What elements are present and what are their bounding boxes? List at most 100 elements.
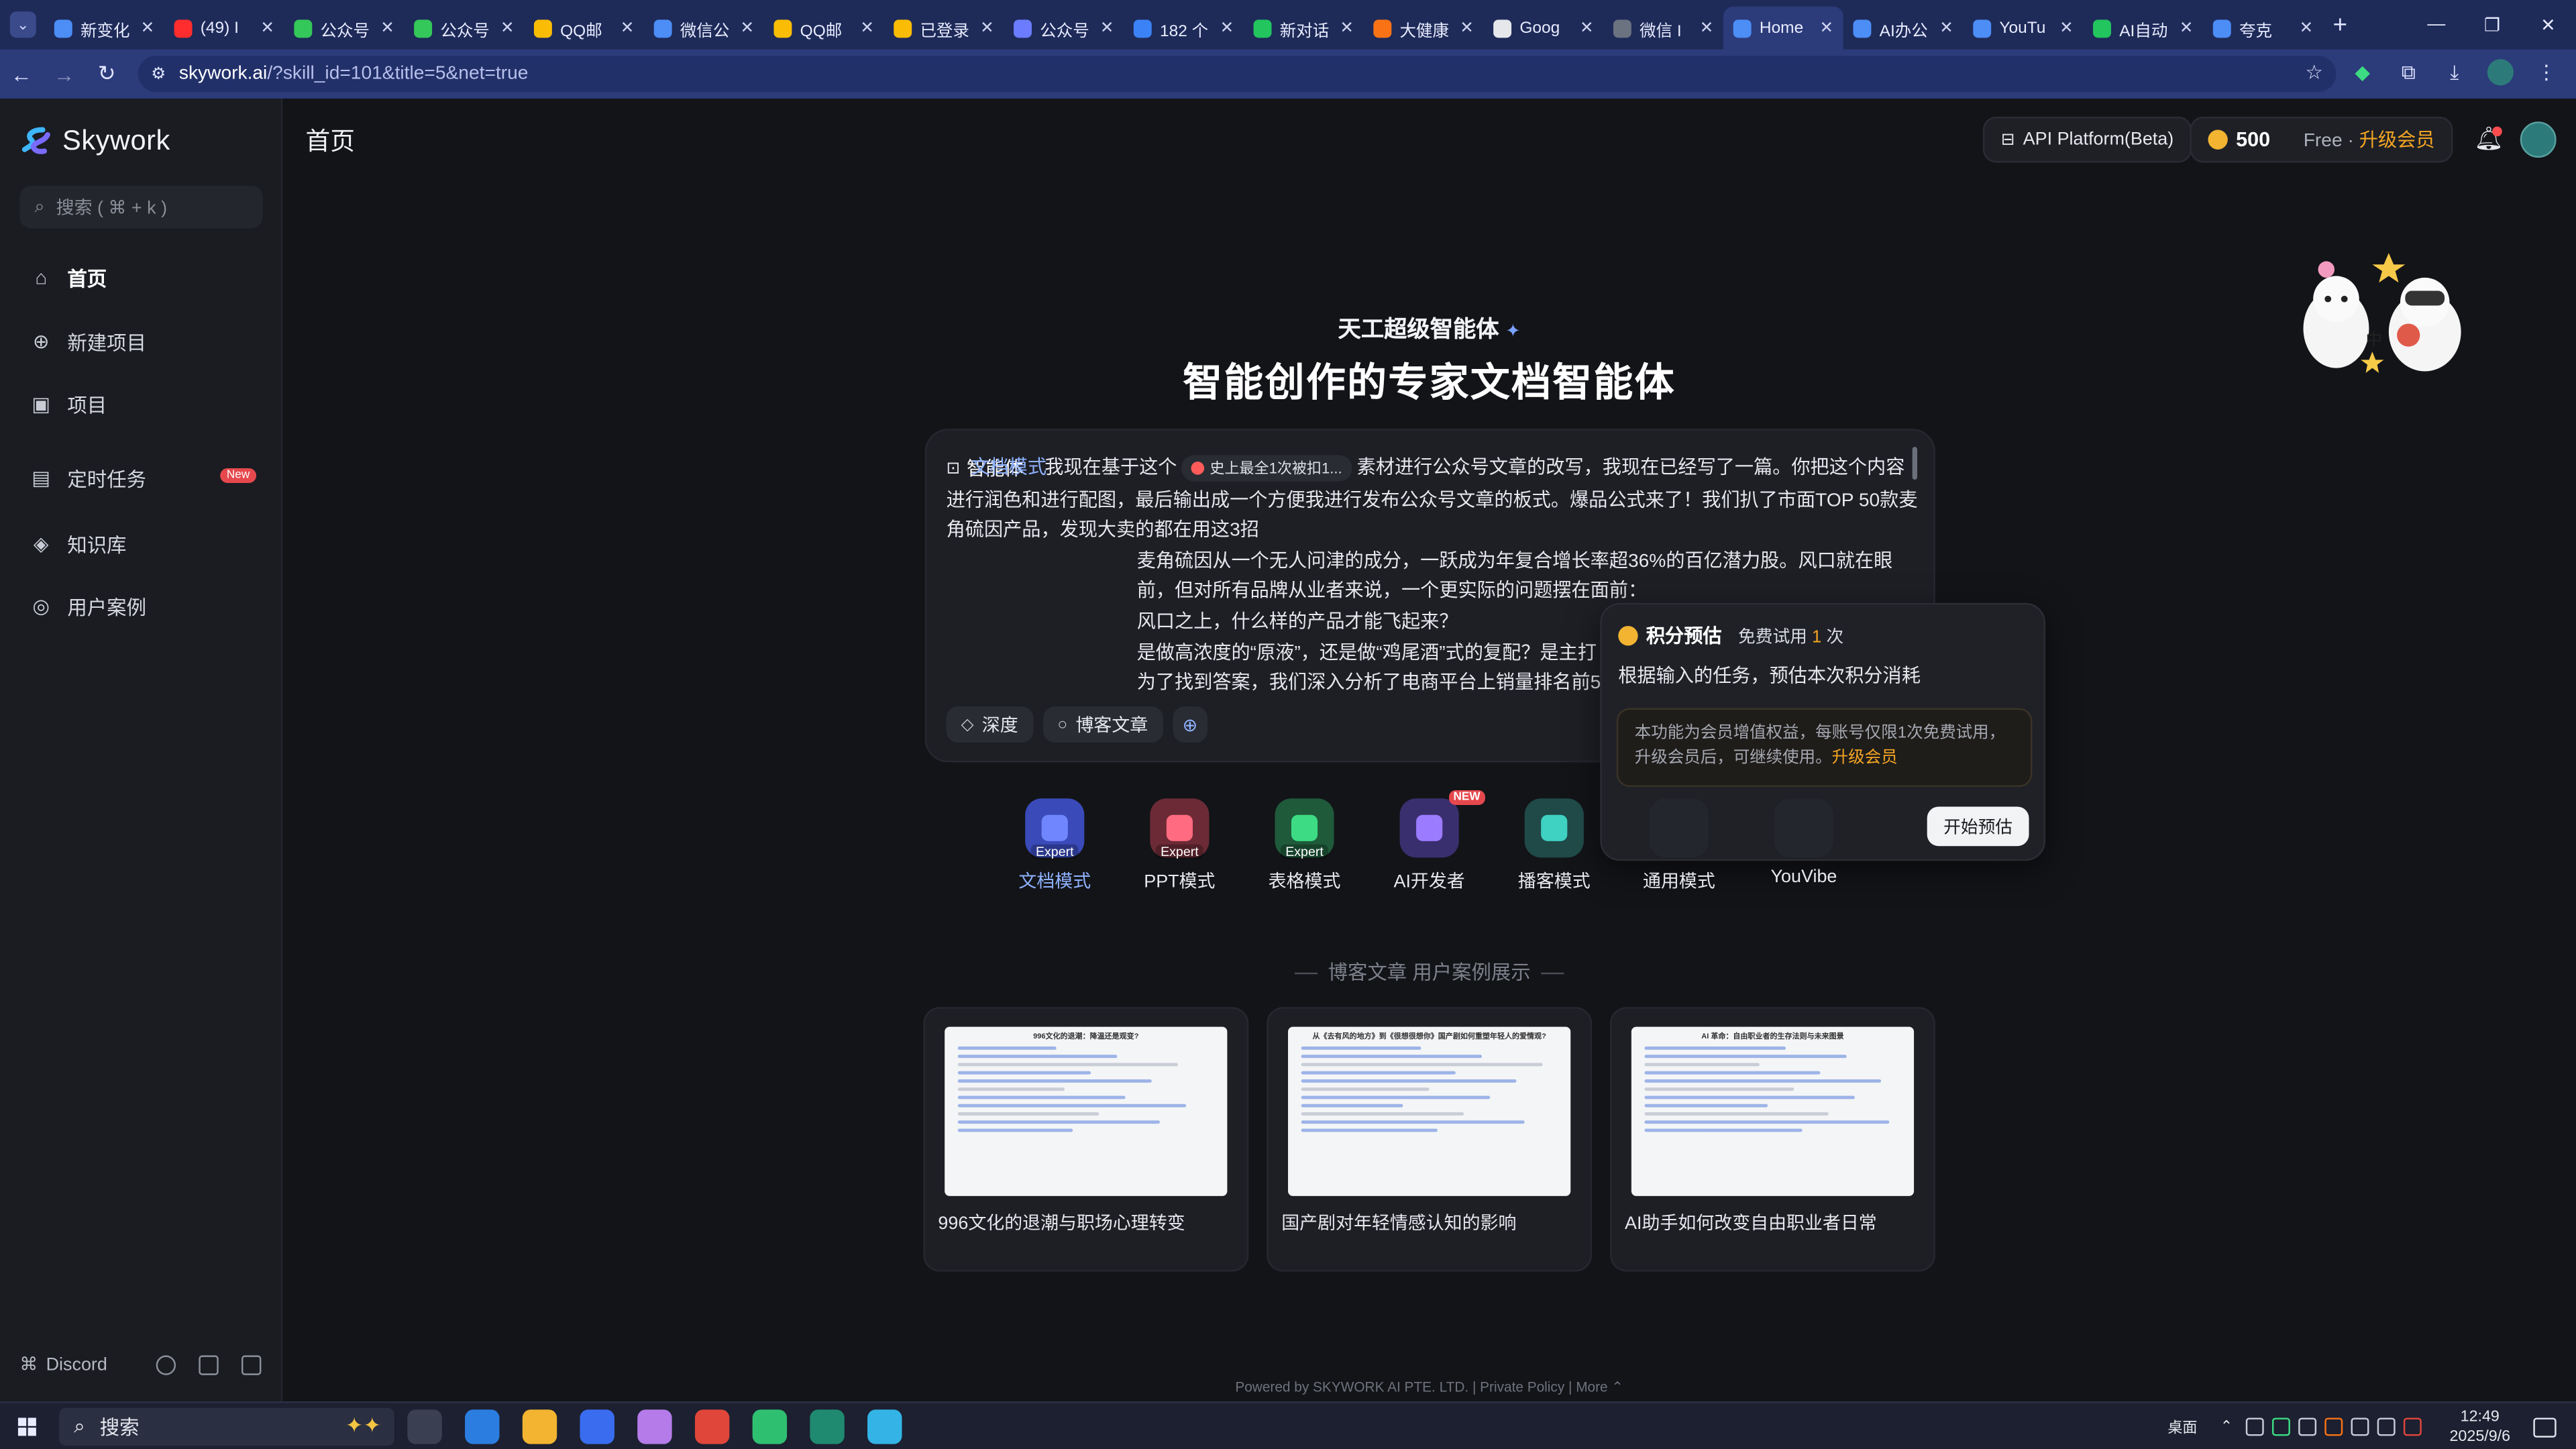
clipboard-icon[interactable]	[199, 1354, 219, 1375]
tab-close-icon[interactable]: ✕	[1700, 19, 1714, 37]
reload-icon[interactable]: ↻	[85, 61, 128, 87]
browser-menu-icon[interactable]: ⋮	[2533, 59, 2559, 85]
tab-close-icon[interactable]: ✕	[380, 19, 394, 37]
tab-close-icon[interactable]: ✕	[2180, 19, 2194, 37]
mobile-icon[interactable]	[241, 1354, 262, 1375]
reference-chip[interactable]: 史上最全1次被扣1...	[1181, 455, 1352, 482]
browser-tab[interactable]: (49) I ✕	[164, 7, 284, 50]
address-bar[interactable]: ⚙ skywork.ai/?skill_id=101&title=5&net=t…	[138, 56, 2337, 93]
minimize-icon[interactable]: —	[2408, 15, 2464, 34]
user-avatar[interactable]	[2520, 121, 2557, 158]
browser-tab[interactable]: 大健康 ✕	[1364, 7, 1484, 50]
mode-option[interactable]: YouVibe	[1741, 798, 1866, 887]
browser-tab[interactable]: 微信公 ✕	[644, 7, 764, 50]
desktop-label[interactable]: 桌面	[2167, 1416, 2197, 1438]
browser-tab[interactable]: 新变化 ✕	[44, 7, 164, 50]
windows-start-icon[interactable]	[17, 1417, 38, 1437]
download-icon[interactable]: ⤓	[2441, 59, 2467, 85]
tray-app-icon[interactable]	[2245, 1417, 2264, 1436]
tab-close-icon[interactable]: ✕	[2059, 19, 2074, 37]
taskbar-app-icon[interactable]	[867, 1409, 902, 1444]
taskbar-search[interactable]: ⌕ 搜索 ✦✦	[59, 1407, 394, 1446]
forward-icon[interactable]: →	[43, 62, 86, 87]
tab-close-icon[interactable]: ✕	[2300, 19, 2314, 37]
browser-tab[interactable]: 公众号 ✕	[284, 7, 405, 50]
browser-tab[interactable]: QQ邮 ✕	[524, 7, 644, 50]
tray-chevron-icon[interactable]: ⌃	[2220, 1417, 2233, 1436]
prompt-scrollbar[interactable]	[1912, 447, 1917, 480]
tab-close-icon[interactable]: ✕	[141, 19, 155, 37]
extensions-puzzle-icon[interactable]: ⧉	[2396, 59, 2422, 85]
tab-close-icon[interactable]: ✕	[1580, 19, 1594, 37]
agent-mode-chip[interactable]: ⊡ 智能体 文档模式	[947, 455, 1046, 486]
taskbar-app-icon[interactable]	[694, 1409, 730, 1444]
discord-link[interactable]: Discord	[46, 1354, 107, 1374]
sidebar-item[interactable]: ▤ 定时任务 New	[16, 453, 266, 502]
discord-icon[interactable]: ⌘	[19, 1354, 38, 1375]
taskbar-app-icon[interactable]	[522, 1409, 557, 1444]
input-method-icon[interactable]	[2377, 1417, 2396, 1436]
tab-close-icon[interactable]: ✕	[1100, 19, 1114, 37]
tab-close-icon[interactable]: ✕	[1340, 19, 1354, 37]
help-icon[interactable]	[156, 1354, 176, 1375]
taskbar-app-icon[interactable]	[752, 1409, 788, 1444]
taskbar-app-icon[interactable]	[407, 1409, 442, 1444]
blog-article-button[interactable]: ○ 博客文章	[1042, 706, 1163, 743]
taskbar-app-icon[interactable]	[465, 1409, 500, 1444]
mode-option[interactable]: NEW AI开发者	[1367, 790, 1492, 894]
profile-avatar-icon[interactable]	[2487, 59, 2514, 86]
extension-green-icon[interactable]: ◆	[2349, 59, 2375, 85]
brand-logo[interactable]: Skywork	[19, 125, 170, 158]
start-estimate-button[interactable]: 开始预估	[1927, 806, 2029, 847]
api-platform-button[interactable]: ⊟ API Platform(Beta)	[1982, 116, 2192, 163]
mode-option[interactable]: 播客模式	[1492, 798, 1617, 894]
browser-tab[interactable]: 公众号 ✕	[404, 7, 524, 50]
browser-tab[interactable]: QQ邮 ✕	[764, 7, 884, 50]
credits-panel[interactable]: 500 Free · 升级会员	[2190, 116, 2453, 163]
mode-option[interactable]: Expert PPT模式	[1117, 798, 1242, 894]
tab-close-icon[interactable]: ✕	[621, 19, 635, 37]
tab-search-button[interactable]: ⌄	[9, 11, 36, 38]
restore-icon[interactable]: ❐	[2464, 14, 2520, 35]
taskbar-app-icon[interactable]	[580, 1409, 614, 1444]
tab-close-icon[interactable]: ✕	[860, 19, 874, 37]
web-search-toggle[interactable]: ⊕	[1172, 706, 1208, 743]
tab-close-icon[interactable]: ✕	[500, 19, 515, 37]
mode-option[interactable]: Expert 文档模式	[992, 798, 1117, 894]
browser-tab[interactable]: 已登录 ✕	[884, 7, 1004, 50]
sidebar-item[interactable]: ◎ 用户案例	[16, 582, 266, 631]
tray-app-icon[interactable]	[2272, 1417, 2290, 1436]
tray-app-icon[interactable]	[2324, 1417, 2343, 1436]
browser-tab[interactable]: 公众号 ✕	[1004, 7, 1124, 50]
tray-app-icon[interactable]	[2403, 1417, 2422, 1436]
upgrade-link[interactable]: 升级会员	[2359, 131, 2435, 151]
popover-upgrade-link[interactable]: 升级会员	[1832, 749, 1898, 767]
browser-tab[interactable]: AI办公 ✕	[1843, 7, 1964, 50]
browser-tab[interactable]: 微信 I ✕	[1603, 7, 1723, 50]
tab-close-icon[interactable]: ✕	[980, 19, 994, 37]
depth-button[interactable]: ◇ 深度	[946, 706, 1033, 743]
taskbar-app-icon[interactable]	[637, 1409, 672, 1444]
sidebar-item[interactable]: ◈ 知识库	[16, 519, 266, 568]
tab-close-icon[interactable]: ✕	[1820, 19, 1834, 37]
mode-option[interactable]: Expert 表格模式	[1242, 798, 1366, 894]
sidebar-search-input[interactable]: ⌕ 搜索 ( ⌘ + k )	[19, 185, 263, 229]
notification-center-icon[interactable]	[2533, 1417, 2557, 1437]
browser-tab[interactable]: YouTu ✕	[1964, 7, 2084, 50]
browser-tab[interactable]: Home ✕	[1723, 6, 1843, 50]
case-card[interactable]: 从《去有风的地方》到《很想很想你》国产剧如何重塑年轻人的爱情观? 国产剧对年轻情感…	[1267, 1007, 1593, 1272]
close-window-icon[interactable]: ✕	[2520, 14, 2576, 35]
tab-close-icon[interactable]: ✕	[260, 19, 274, 37]
bookmark-star-icon[interactable]: ☆	[2306, 61, 2323, 84]
clock[interactable]: 12:49 2025/9/6	[2449, 1407, 2510, 1447]
network-icon[interactable]	[2298, 1417, 2317, 1436]
page-footer[interactable]: Powered by SKYWORK AI PTE. LTD. | Privat…	[0, 1379, 2576, 1397]
sidebar-item[interactable]: ⌂ 首页	[16, 253, 266, 302]
mode-option[interactable]: 通用模式	[1617, 798, 1741, 894]
taskbar-app-icon[interactable]	[810, 1409, 845, 1444]
case-card[interactable]: AI 革命：自由职业者的生存法则与未来图景 AI助手如何改变自由职业者日常	[1610, 1007, 1935, 1272]
browser-tab[interactable]: 182 个 ✕	[1124, 7, 1244, 50]
new-tab-button[interactable]: +	[2333, 11, 2347, 39]
browser-tab[interactable]: 新对话 ✕	[1244, 7, 1364, 50]
site-info-icon[interactable]: ⚙	[151, 65, 166, 83]
